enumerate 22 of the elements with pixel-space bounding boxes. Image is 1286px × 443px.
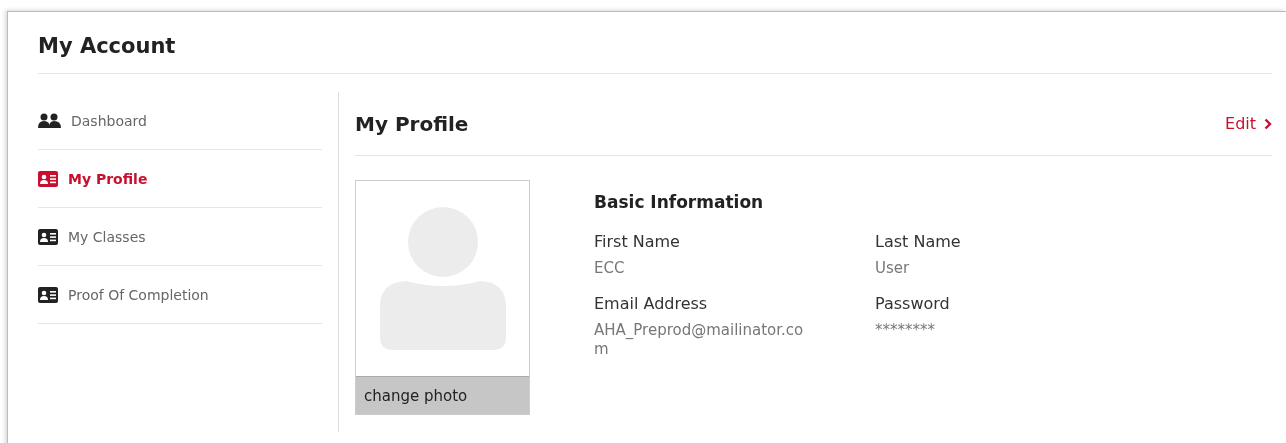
id-card-icon: [38, 228, 58, 245]
id-card-icon: [38, 286, 58, 303]
field-label: First Name: [594, 232, 681, 251]
chevron-right-icon: [1264, 117, 1272, 130]
field-value: ECC: [594, 259, 626, 278]
subsection-title: Basic Information: [594, 192, 765, 212]
sidebar-item[interactable]: Proof Of Completion: [38, 266, 322, 324]
edit-link[interactable]: Edit: [1225, 114, 1272, 133]
sidebar-item[interactable]: My Classes: [38, 208, 322, 266]
sidebar-item[interactable]: Dashboard: [38, 92, 322, 150]
field-value: User: [875, 259, 911, 278]
field-value: AHA_Preprod@mailinator.com: [594, 320, 805, 359]
id-card-icon: [38, 170, 58, 187]
page-title: My Account: [38, 12, 1272, 74]
sidebar-item[interactable]: My Profile: [38, 150, 322, 208]
users-icon: [38, 112, 61, 129]
change-photo-button[interactable]: change photo: [356, 376, 529, 414]
section-title: My Profile: [355, 111, 469, 136]
field-label: Last Name: [875, 232, 962, 251]
field-value: ********: [875, 320, 936, 340]
field-label: Email Address: [594, 293, 709, 313]
field-label: Password: [875, 293, 951, 313]
